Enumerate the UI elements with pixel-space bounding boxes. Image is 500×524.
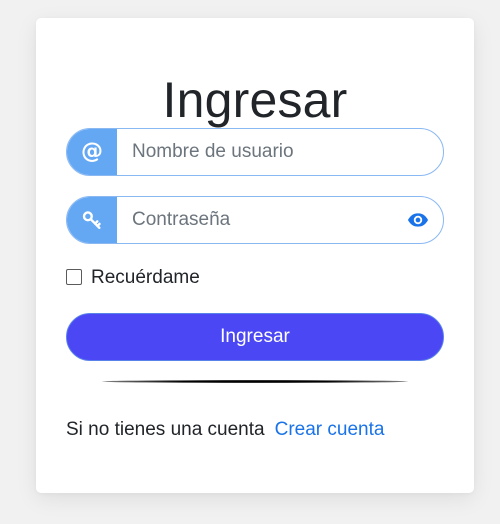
remember-checkbox[interactable] — [66, 269, 82, 285]
username-input[interactable] — [117, 129, 443, 175]
key-icon — [67, 197, 117, 243]
signup-prompt: Si no tienes una cuenta — [66, 419, 265, 440]
username-field: @ — [66, 128, 444, 176]
remember-me[interactable]: Recuérdame — [66, 267, 200, 289]
create-account-link[interactable]: Crear cuenta — [275, 419, 385, 441]
password-field — [66, 196, 444, 244]
at-icon: @ — [67, 129, 117, 175]
remember-label: Recuérdame — [91, 267, 200, 288]
signup-row: Si no tienes una cuenta Crear cuenta — [66, 419, 384, 441]
page-title: Ingresar — [162, 72, 348, 128]
password-input[interactable] — [117, 197, 399, 243]
login-button[interactable]: Ingresar — [66, 313, 444, 361]
login-card: Ingresar @ Recuérdame — [36, 18, 474, 493]
divider — [102, 380, 408, 383]
eye-icon[interactable] — [399, 197, 443, 243]
